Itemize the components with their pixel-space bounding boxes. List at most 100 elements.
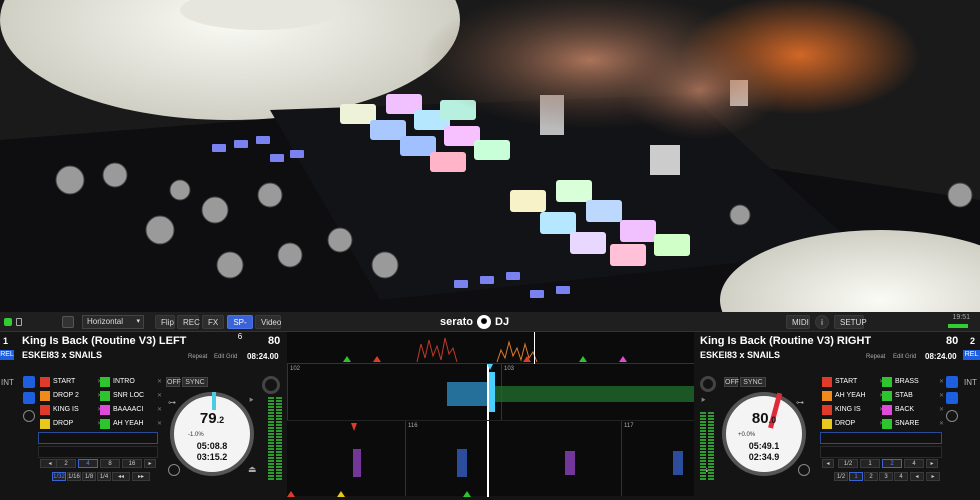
loop-size-button[interactable]: 16	[122, 459, 142, 468]
loop-prev-icon[interactable]: ◂	[822, 459, 834, 468]
loop-size-button[interactable]: 1	[849, 472, 863, 481]
sync-button[interactable]: SYNC	[740, 377, 766, 387]
cue-point-8[interactable]: SNARE ✕	[882, 419, 944, 429]
loop-size-button[interactable]: 2	[56, 459, 76, 468]
platter-bpm: 79.2	[174, 410, 250, 427]
brand-suffix: DJ	[495, 316, 510, 328]
int-label[interactable]: INT	[1, 378, 14, 387]
pitch-knob[interactable]	[700, 376, 716, 392]
loop-size-button[interactable]: 1/32	[52, 472, 66, 481]
repeat-button[interactable]: Repeat	[866, 354, 885, 360]
close-icon[interactable]: ✕	[939, 419, 944, 429]
cue-point-1[interactable]: START✕	[40, 377, 102, 387]
edit-grid-button[interactable]: Edit Grid	[214, 354, 237, 360]
key-lock-icon[interactable]: ⯈	[700, 396, 706, 406]
sync-mode-icon[interactable]	[23, 410, 35, 422]
video-button[interactable]: Video	[255, 315, 281, 329]
cue-point-5[interactable]: BRASS ✕	[882, 377, 944, 387]
loop-size-button[interactable]: 1/2	[834, 472, 848, 481]
cue-point-6[interactable]: SNR LOC ✕	[100, 391, 162, 401]
track-overview[interactable]	[287, 332, 694, 364]
loop-roll-next-icon[interactable]: ▸	[926, 472, 940, 481]
cue-point-7[interactable]: BAAAACI ✕	[100, 405, 162, 415]
cue-mode-icon[interactable]	[23, 376, 35, 388]
cue-point-5[interactable]: INTRO ✕	[100, 377, 162, 387]
loop-slot-2[interactable]	[820, 446, 942, 458]
rel-button[interactable]: REL	[0, 350, 14, 360]
rec-button[interactable]: REC	[177, 315, 200, 329]
virtual-platter[interactable]: 80.0 +0.0% 05:49.1 02:34.9	[722, 392, 806, 476]
loop-roll-prev-icon[interactable]: ◂◂	[112, 472, 130, 481]
link-icon[interactable]: ⊶	[796, 398, 804, 407]
loop-size-button[interactable]: 1	[860, 459, 880, 468]
sp6-button[interactable]: SP-6	[227, 315, 253, 341]
waveform-right[interactable]: 116 117	[287, 420, 694, 497]
virtual-platter[interactable]: 79.2 -1.0% 05:08.8 03:15.2	[170, 392, 254, 476]
cue-point-2[interactable]: AH YEAH✕	[822, 391, 884, 401]
setup-button[interactable]: SETUP	[834, 315, 867, 329]
cue-point-1[interactable]: START✕	[822, 377, 884, 387]
loop-size-button[interactable]: 1/8	[82, 472, 96, 481]
loop-size-button[interactable]: 3	[879, 472, 893, 481]
cue-point-4[interactable]: DROP✕	[822, 419, 884, 429]
link-icon[interactable]: ⊶	[168, 398, 176, 407]
layout-select[interactable]: Horizontal ▾	[82, 315, 144, 329]
loop-size-button[interactable]: 1/2	[838, 459, 858, 468]
loop-next-icon[interactable]: ▸	[144, 459, 156, 468]
sync-button[interactable]: SYNC	[182, 377, 208, 387]
midi-button[interactable]: MIDI	[786, 315, 810, 329]
off-button[interactable]: OFF	[724, 377, 739, 387]
close-icon[interactable]: ✕	[939, 391, 944, 401]
repeat-button[interactable]: Repeat	[188, 354, 207, 360]
fx-button[interactable]: FX	[202, 315, 224, 329]
waveform-left[interactable]: 102 103	[287, 364, 694, 420]
pitch-knob[interactable]	[262, 376, 280, 394]
loop-mode-icon[interactable]	[23, 392, 35, 404]
sync-mode-icon[interactable]	[946, 410, 958, 422]
mic-icon[interactable]	[16, 318, 22, 326]
loop-size-button[interactable]: 4	[904, 459, 924, 468]
cue-point-3[interactable]: KING IS✕	[40, 405, 102, 415]
loop-size-button[interactable]: 8	[100, 459, 120, 468]
loop-size-button[interactable]: 1/16	[67, 472, 81, 481]
loop-next-icon[interactable]: ▸	[926, 459, 938, 468]
loop-size-button[interactable]: 4	[894, 472, 908, 481]
cue-point-4[interactable]: DROP✕	[40, 419, 102, 429]
loop-size-button[interactable]: 2	[882, 459, 902, 468]
loop-slot-1[interactable]	[38, 432, 158, 444]
loop-mode-icon[interactable]	[946, 392, 958, 404]
info-icon[interactable]: i	[815, 315, 829, 329]
cue-color-2	[822, 391, 832, 401]
loop-size-button[interactable]: 4	[78, 459, 98, 468]
cue-point-6[interactable]: STAB ✕	[882, 391, 944, 401]
cue-point-2[interactable]: DROP 2✕	[40, 391, 102, 401]
key-lock-icon[interactable]: ⯈	[248, 396, 254, 406]
cue-point-8[interactable]: AH YEAH ✕	[100, 419, 162, 429]
close-icon[interactable]: ✕	[939, 405, 944, 415]
loop-roll-prev-icon[interactable]: ◂	[910, 472, 924, 481]
cue-point-7[interactable]: BACK ✕	[882, 405, 944, 415]
loop-size-button[interactable]: 2	[864, 472, 878, 481]
cue-point-3[interactable]: KING IS✕	[822, 405, 884, 415]
loop-roll-next-icon[interactable]: ▸▸	[132, 472, 150, 481]
loop-slot-1[interactable]	[820, 432, 942, 444]
tempo-reset-icon[interactable]	[168, 464, 180, 476]
close-icon[interactable]: ✕	[157, 377, 162, 387]
tempo-reset-icon[interactable]	[798, 464, 810, 476]
track-artist: ESKEI83 x SNAILS	[700, 350, 781, 360]
close-icon[interactable]: ✕	[939, 377, 944, 387]
cue-mode-icon[interactable]	[946, 376, 958, 388]
eject-icon[interactable]: ⏏	[248, 464, 257, 475]
close-icon[interactable]: ✕	[157, 391, 162, 401]
rel-button[interactable]: REL	[963, 350, 980, 360]
loop-slot-2[interactable]	[38, 446, 158, 458]
close-icon[interactable]: ✕	[157, 419, 162, 429]
loop-size-button[interactable]: 1/4	[97, 472, 111, 481]
close-icon[interactable]: ✕	[157, 405, 162, 415]
cue-label: DROP	[53, 420, 74, 427]
flip-button[interactable]: Flip	[155, 315, 175, 329]
shield-icon[interactable]	[62, 316, 74, 328]
edit-grid-button[interactable]: Edit Grid	[893, 354, 916, 360]
int-label[interactable]: INT	[964, 378, 977, 387]
off-button[interactable]: OFF	[166, 377, 181, 387]
